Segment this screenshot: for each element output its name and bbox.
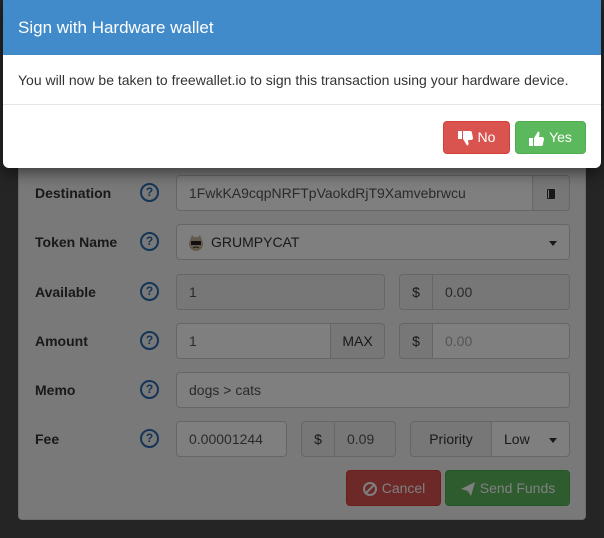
thumbs-down-icon bbox=[457, 130, 474, 146]
no-button-label: No bbox=[477, 129, 496, 145]
no-button[interactable]: No bbox=[443, 121, 510, 154]
thumbs-up-icon bbox=[529, 131, 545, 146]
modal-message: You will now be taken to freewallet.io t… bbox=[18, 72, 569, 88]
modal-body: You will now be taken to freewallet.io t… bbox=[3, 55, 601, 105]
modal-title: Sign with Hardware wallet bbox=[18, 18, 214, 37]
hardware-wallet-modal: Sign with Hardware wallet You will now b… bbox=[3, 0, 601, 168]
yes-button-label: Yes bbox=[549, 129, 572, 145]
modal-footer: No Yes bbox=[3, 105, 601, 168]
yes-button[interactable]: Yes bbox=[515, 121, 586, 154]
modal-header: Sign with Hardware wallet bbox=[3, 0, 601, 55]
